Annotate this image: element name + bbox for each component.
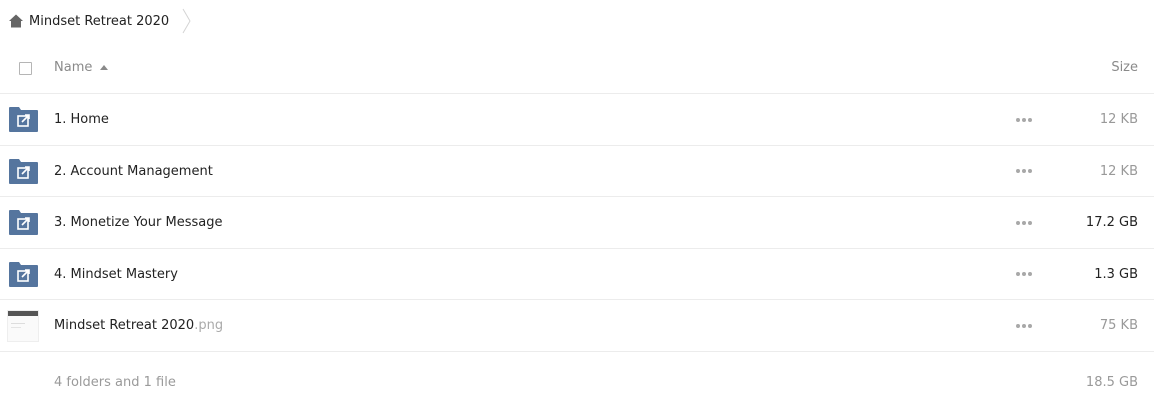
file-name[interactable]: 1. Home [54, 94, 109, 145]
breadcrumb-home[interactable]: Mindset Retreat 2020 [8, 0, 169, 42]
size-column-header[interactable]: Size [1111, 60, 1138, 75]
list-header: Name Size [0, 42, 1154, 94]
shared-folder-icon [9, 261, 38, 287]
file-name-text: 4. Mindset Mastery [54, 266, 178, 282]
file-size: 75 KB [1099, 318, 1138, 333]
shared-folder-icon [9, 107, 38, 132]
list-item[interactable]: 2. Account Management 12 KB [0, 146, 1154, 197]
more-options-icon[interactable] [1016, 94, 1032, 145]
sort-ascending-icon [100, 65, 109, 70]
file-list: 1. Home 12 KB 2. Account Management 12 K… [0, 94, 1154, 352]
select-all-checkbox[interactable] [19, 62, 32, 75]
home-icon [9, 14, 23, 28]
file-name-text: 1. Home [54, 112, 109, 127]
list-item[interactable]: 1. Home 12 KB [0, 94, 1154, 146]
file-name-text: 2. Account Management [54, 163, 213, 179]
list-item[interactable]: 3. Monetize Your Message 17.2 GB [0, 197, 1154, 249]
more-options-icon[interactable] [1016, 197, 1032, 248]
file-size: 17.2 GB [1085, 215, 1138, 230]
file-size: 12 KB [1099, 163, 1138, 179]
file-name[interactable]: Mindset Retreat 2020 .png [54, 300, 223, 351]
name-column-label: Name [54, 60, 93, 75]
list-footer: 4 folders and 1 file 18.5 GB [0, 360, 1154, 403]
file-name[interactable]: 2. Account Management [54, 146, 213, 197]
image-thumbnail-icon [7, 310, 39, 342]
chevron-right-icon [182, 8, 191, 34]
breadcrumb: Mindset Retreat 2020 [0, 0, 1154, 42]
more-options-icon[interactable] [1016, 146, 1032, 197]
shared-folder-icon [9, 158, 38, 184]
shared-folder-icon [9, 210, 38, 235]
item-count-summary: 4 folders and 1 file [54, 375, 176, 390]
file-name[interactable]: 3. Monetize Your Message [54, 197, 222, 248]
file-name-text: 3. Monetize Your Message [54, 215, 223, 230]
breadcrumb-label: Mindset Retreat 2020 [29, 13, 170, 29]
list-item[interactable]: 4. Mindset Mastery 1.3 GB [0, 249, 1154, 300]
file-size: 12 KB [1099, 112, 1138, 127]
more-options-icon[interactable] [1016, 300, 1032, 351]
total-size: 18.5 GB [1085, 375, 1138, 390]
file-name-text: Mindset Retreat 2020 [54, 318, 195, 333]
file-name[interactable]: 4. Mindset Mastery [54, 249, 178, 300]
name-column-header[interactable]: Name [54, 60, 109, 75]
list-item[interactable]: Mindset Retreat 2020 .png 75 KB [0, 300, 1154, 352]
file-extension: .png [194, 318, 224, 333]
more-options-icon[interactable] [1016, 249, 1032, 300]
file-size: 1.3 GB [1094, 266, 1138, 282]
